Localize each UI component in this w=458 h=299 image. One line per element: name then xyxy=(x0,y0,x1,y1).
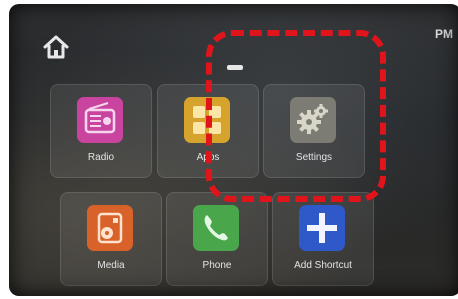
home-button[interactable] xyxy=(41,32,71,62)
infotainment-screen: PM Radio Apps Settings Media Phone Add S… xyxy=(9,4,458,296)
clock-display: PM xyxy=(435,27,453,41)
add-shortcut-label: Add Shortcut xyxy=(294,260,352,271)
phone-label: Phone xyxy=(202,260,232,271)
media-label: Media xyxy=(97,260,125,271)
media-tile[interactable]: Media xyxy=(60,192,162,286)
photo-frame: PM Radio Apps Settings Media Phone Add S… xyxy=(0,0,458,299)
page-indicator xyxy=(227,65,243,70)
radio-label: Radio xyxy=(87,152,115,163)
home-icon xyxy=(43,35,69,59)
phone-tile[interactable]: Phone xyxy=(166,192,268,286)
media-icon xyxy=(87,205,133,251)
apps-label: Apps xyxy=(196,152,220,163)
settings-label: Settings xyxy=(295,152,333,163)
gear-icon xyxy=(290,97,336,143)
add-shortcut-tile[interactable]: Add Shortcut xyxy=(272,192,374,286)
apps-tile[interactable]: Apps xyxy=(157,84,259,178)
plus-icon xyxy=(299,205,345,251)
radio-icon xyxy=(77,97,123,143)
phone-icon xyxy=(193,205,239,251)
apps-icon xyxy=(184,97,230,143)
radio-tile[interactable]: Radio xyxy=(50,84,152,178)
settings-tile[interactable]: Settings xyxy=(263,84,365,178)
